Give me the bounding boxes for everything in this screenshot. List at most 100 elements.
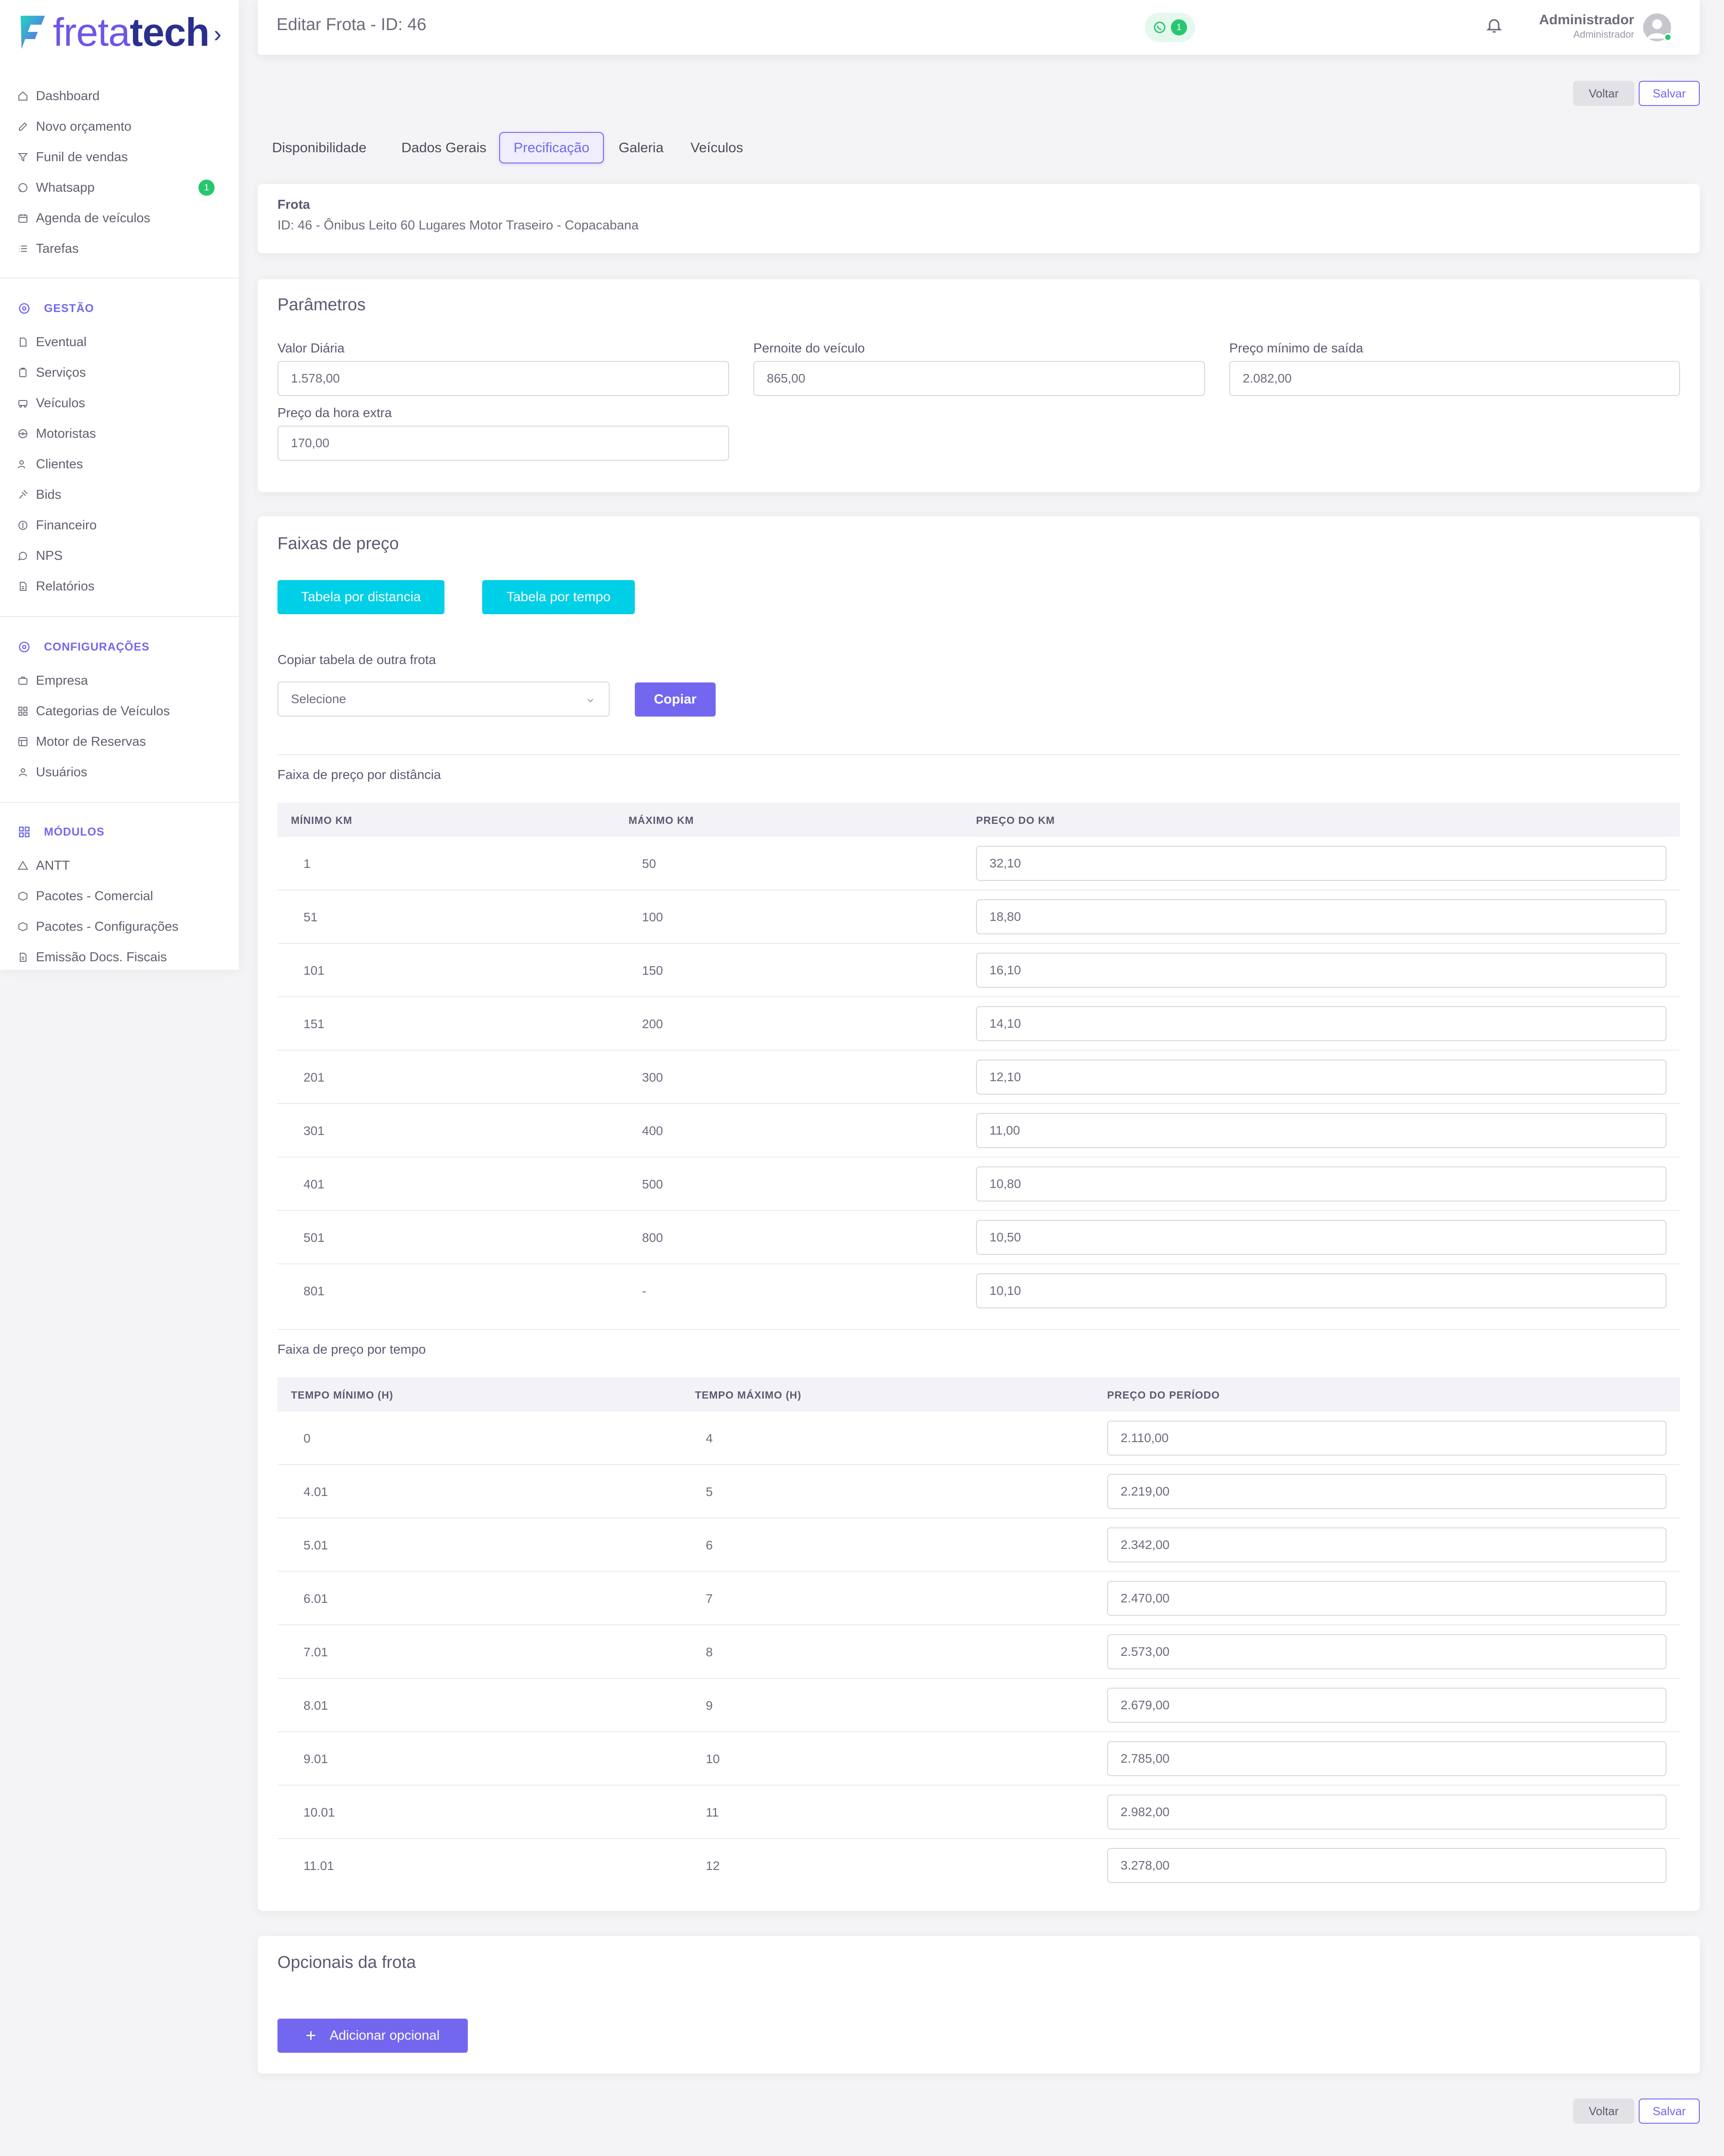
cell-max: 200 xyxy=(642,1017,663,1031)
user-name[interactable]: Administrador xyxy=(1539,12,1634,28)
calendar-icon xyxy=(17,212,29,224)
sidebar-item-label: Pacotes - Comercial xyxy=(36,889,154,903)
notifications-bell-icon[interactable] xyxy=(1485,16,1505,36)
sidebar-item-label: Novo orçamento xyxy=(36,119,132,134)
sidebar-item-motor-reservas[interactable]: Motor de Reservas xyxy=(17,728,228,755)
sidebar-item-label: Clientes xyxy=(36,457,83,471)
price-input[interactable]: 2.342,00 xyxy=(1107,1527,1667,1562)
cell-min: 7.01 xyxy=(303,1645,328,1659)
sidebar-item-nps[interactable]: NPS xyxy=(17,542,228,569)
add-optional-button[interactable]: + Adicionar opcional xyxy=(277,2019,468,2053)
tab-precificacao[interactable]: Precificação xyxy=(499,132,604,163)
copy-button[interactable]: Copiar xyxy=(635,682,716,717)
sidebar-item-motoristas[interactable]: Motoristas xyxy=(17,420,228,447)
edit-icon xyxy=(17,121,29,132)
sidebar-item-usuarios[interactable]: Usuários xyxy=(17,759,228,786)
price-input[interactable]: 12,10 xyxy=(976,1060,1667,1095)
save-button-top[interactable]: Salvar xyxy=(1639,81,1700,106)
time-table-title: Faixa de preço por tempo xyxy=(277,1342,426,1357)
copy-table-label: Copiar tabela de outra frota xyxy=(277,653,436,667)
price-input[interactable]: 10,50 xyxy=(976,1220,1667,1255)
dollar-icon xyxy=(17,519,29,531)
sidebar-item-emissao-docs[interactable]: Emissão Docs. Fiscais xyxy=(17,944,228,971)
sidebar-item-pacotes-comercial[interactable]: Pacotes - Comercial xyxy=(17,883,228,910)
online-status-dot xyxy=(1664,33,1672,41)
price-input[interactable]: 10,10 xyxy=(976,1273,1667,1308)
sidebar-item-funil[interactable]: Funil de vendas xyxy=(17,144,228,171)
price-input[interactable]: 2.470,00 xyxy=(1107,1581,1667,1616)
price-input[interactable]: 11,00 xyxy=(976,1113,1667,1148)
time-table-button[interactable]: Tabela por tempo xyxy=(482,580,635,614)
price-ranges-card: Faixas de preço Tabela por distancia Tab… xyxy=(258,516,1700,1911)
sidebar-item-clientes[interactable]: Clientes xyxy=(17,451,228,478)
price-input[interactable]: 2.982,00 xyxy=(1107,1795,1667,1830)
tab-veiculos[interactable]: Veículos xyxy=(690,132,743,163)
copy-fleet-select[interactable]: Selecione xyxy=(277,682,610,717)
sidebar-section-modulos: MÓDULOS xyxy=(18,821,105,843)
grid-icon xyxy=(17,705,29,717)
tab-dados-gerais[interactable]: Dados Gerais xyxy=(401,132,487,163)
fleet-value: ID: 46 - Ônibus Leito 60 Lugares Motor T… xyxy=(277,218,639,233)
sidebar-item-label: NPS xyxy=(36,548,63,563)
cell-max: 50 xyxy=(642,857,656,871)
min-price-input[interactable]: 2.082,00 xyxy=(1229,361,1680,396)
package-icon xyxy=(17,921,29,933)
price-input[interactable]: 3.278,00 xyxy=(1107,1848,1667,1883)
table-row: 101 150 16,10 xyxy=(277,944,1680,997)
overnight-input[interactable]: 865,00 xyxy=(753,361,1205,396)
sidebar-item-label: Financeiro xyxy=(36,518,97,532)
overtime-input[interactable]: 170,00 xyxy=(277,426,729,461)
sidebar-item-bids[interactable]: Bids xyxy=(17,481,228,508)
daily-rate-input[interactable]: 1.578,00 xyxy=(277,361,729,396)
price-input[interactable]: 2.219,00 xyxy=(1107,1474,1667,1509)
users-icon xyxy=(17,458,29,470)
sidebar-item-label: Dashboard xyxy=(36,88,100,103)
settings-icon xyxy=(18,302,31,315)
cell-max: 800 xyxy=(642,1231,663,1245)
brand-logo[interactable]: fretatech › xyxy=(18,10,221,55)
price-input[interactable]: 10,80 xyxy=(976,1166,1667,1201)
tab-galeria[interactable]: Galeria xyxy=(619,132,664,163)
distance-table-button[interactable]: Tabela por distancia xyxy=(277,580,444,614)
back-button-top[interactable]: Voltar xyxy=(1573,81,1634,106)
sidebar-item-categorias[interactable]: Categorias de Veículos xyxy=(17,698,228,725)
whatsapp-notification-button[interactable]: 1 xyxy=(1145,13,1195,42)
price-input[interactable]: 2.110,00 xyxy=(1107,1421,1667,1456)
message-icon xyxy=(17,550,29,562)
price-input[interactable]: 2.573,00 xyxy=(1107,1634,1667,1669)
sidebar-item-empresa[interactable]: Empresa xyxy=(17,667,228,694)
sidebar-item-servicos[interactable]: Serviços xyxy=(17,359,228,386)
sidebar-item-relatorios[interactable]: Relatórios xyxy=(17,573,228,600)
price-input[interactable]: 32,10 xyxy=(976,846,1667,881)
cell-min: 0 xyxy=(303,1431,311,1445)
sidebar-item-label: Motor de Reservas xyxy=(36,734,146,749)
sidebar-item-agenda[interactable]: Agenda de veículos xyxy=(17,205,228,232)
file-icon xyxy=(17,336,29,348)
price-input[interactable]: 14,10 xyxy=(976,1006,1667,1041)
sidebar-item-veiculos[interactable]: Veículos xyxy=(17,390,228,417)
cell-min: 401 xyxy=(303,1177,325,1191)
sidebar-item-novo-orcamento[interactable]: Novo orçamento xyxy=(17,113,228,140)
sidebar-item-tarefas[interactable]: Tarefas xyxy=(17,235,228,262)
price-input[interactable]: 2.785,00 xyxy=(1107,1741,1667,1776)
back-button-bottom[interactable]: Voltar xyxy=(1573,2099,1634,2124)
sidebar-collapse-icon[interactable]: › xyxy=(214,21,221,48)
sidebar-item-dashboard[interactable]: Dashboard xyxy=(17,83,228,110)
save-button-bottom[interactable]: Salvar xyxy=(1639,2099,1700,2124)
table-row: 401 500 10,80 xyxy=(277,1157,1680,1211)
sidebar-item-financeiro[interactable]: Financeiro xyxy=(17,512,228,539)
cell-min: 10.01 xyxy=(303,1805,335,1819)
col-max-km: MÁXIMO KM xyxy=(629,814,694,826)
price-input[interactable]: 2.679,00 xyxy=(1107,1688,1667,1723)
tab-disponibilidade[interactable]: Disponibilidade xyxy=(272,132,366,163)
overnight-label: Pernoite do veículo xyxy=(753,341,865,356)
price-input[interactable]: 16,10 xyxy=(976,953,1667,988)
sidebar-item-label: Tarefas xyxy=(36,241,79,256)
sidebar-item-pacotes-config[interactable]: Pacotes - Configurações xyxy=(17,913,228,940)
price-input[interactable]: 18,80 xyxy=(976,899,1667,934)
add-optional-label: Adicionar opcional xyxy=(330,2028,440,2043)
sidebar-item-whatsapp[interactable]: Whatsapp 1 xyxy=(17,174,228,201)
cell-min: 8.01 xyxy=(303,1698,328,1712)
sidebar-item-eventual[interactable]: Eventual xyxy=(17,329,228,356)
sidebar-item-antt[interactable]: ANTT xyxy=(17,852,228,879)
